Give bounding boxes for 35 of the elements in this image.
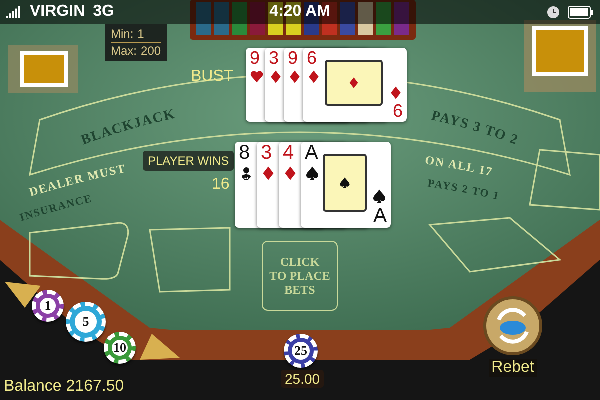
- card-rank: 6: [307, 49, 318, 67]
- card-rank: A: [374, 206, 387, 226]
- table-rule-text: PAYS 3 TO 2: [430, 108, 520, 149]
- battery-icon: [568, 6, 594, 18]
- place-bets-text: TO PLACE: [270, 269, 330, 283]
- card-rank: 3: [269, 49, 280, 67]
- max-value: 200: [141, 43, 162, 59]
- card-shoe-drawing: [8, 45, 78, 93]
- place-bets-text: CLICK: [280, 255, 320, 269]
- bet-amount-text: 25.00: [281, 370, 324, 388]
- card-rank: 9: [288, 49, 298, 67]
- carrier-text: VIRGIN: [30, 3, 86, 21]
- signal-icon: [6, 6, 22, 18]
- card-rank: A: [305, 143, 318, 163]
- min-value: 1: [138, 26, 144, 42]
- card-rank: 8: [239, 143, 250, 163]
- min-label: Min:: [111, 26, 134, 42]
- discard-tray-drawing: [524, 20, 596, 92]
- card-rank: 9: [250, 49, 260, 67]
- network-text: 3G: [93, 3, 114, 21]
- time-text: 4:20 AM: [268, 3, 332, 21]
- player-result-label: PLAYER WINS: [143, 151, 234, 171]
- place-bets-text: BETS: [284, 283, 316, 297]
- card-rank: 6: [392, 102, 403, 120]
- scroll-right-icon[interactable]: [140, 334, 180, 360]
- scroll-left-icon[interactable]: [5, 282, 41, 308]
- balance-text: Balance 2167.50: [4, 378, 124, 396]
- card-rank: 4: [283, 143, 294, 163]
- betting-spot: [529, 149, 600, 211]
- table-rule-text: ON ALL 17: [424, 153, 494, 180]
- max-label: Max:: [111, 43, 138, 59]
- card-rank: 3: [261, 143, 272, 163]
- player-total-text: 16: [212, 176, 230, 194]
- clock-icon: [547, 6, 560, 18]
- table-rule-text: PAYS 2 TO 1: [427, 178, 501, 203]
